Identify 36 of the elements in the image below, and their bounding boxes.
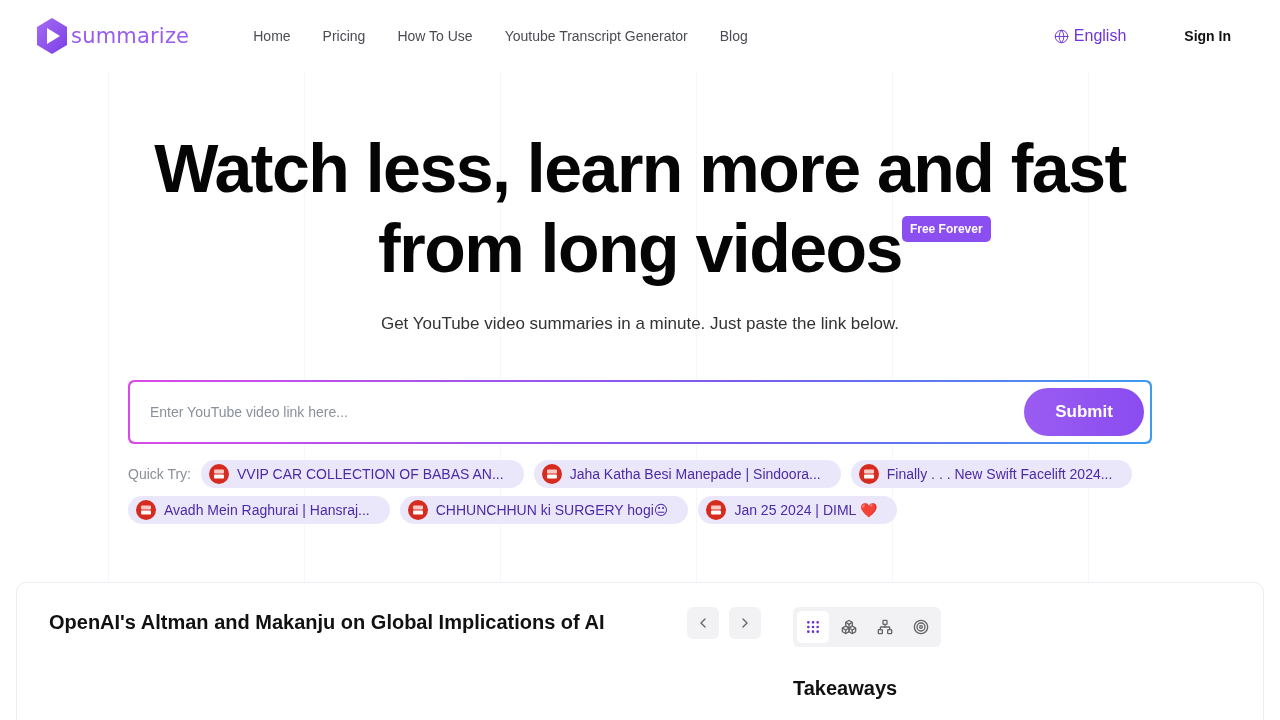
language-selector[interactable]: English [1053, 27, 1127, 45]
nav-link[interactable]: Youtube Transcript Generator [504, 28, 688, 44]
video-link-field[interactable]: Enter YouTube video link here... Submit [128, 380, 1152, 444]
video-channel-icon [209, 464, 229, 484]
video-channel-icon [858, 464, 879, 484]
hierarchy-icon [877, 619, 893, 635]
cubes-icon [841, 619, 857, 635]
target-icon [913, 619, 929, 635]
quick-try-chip[interactable]: Finally . . . New Swift Facelift 2024... [850, 460, 1133, 488]
hero-title: from long videos [378, 209, 902, 288]
takeaways-tab[interactable] [797, 611, 829, 643]
nav-link[interactable]: Blog [719, 28, 748, 44]
nav-link[interactable]: Home [253, 28, 291, 44]
video-channel-icon [541, 464, 562, 484]
hero-title: Watch less, learn more and fast [154, 129, 1126, 208]
globe-icon [1053, 28, 1069, 44]
dots-grid-icon [805, 619, 821, 635]
quick-try-chip[interactable]: Jaha Katha Besi Manepade | Sindoora... [533, 460, 841, 488]
video-title: OpenAI's Altman and Makanju on Global Implications of AI [49, 611, 605, 634]
nav-link[interactable]: Pricing [322, 28, 366, 44]
free-badge: Free Forever [901, 216, 991, 242]
sign-in-link[interactable]: Sign In [1184, 28, 1231, 44]
video-channel-icon [136, 500, 156, 520]
submit-button[interactable]: Submit [1024, 388, 1144, 436]
section-heading: Takeaways [793, 677, 898, 700]
nav-link[interactable]: How To Use [397, 28, 473, 44]
video-channel-icon [407, 500, 428, 520]
play-logo-icon [35, 17, 69, 55]
logo-wordmark[interactable]: summarize [71, 24, 190, 48]
quick-try-chip[interactable]: VVIP CAR COLLECTION OF BABAS AN... [201, 460, 524, 488]
quick-try-chip[interactable]: CHHUNCHHUN ki SURGERY hogi😐 [399, 496, 689, 524]
quick-try-label: Quick Try: [128, 466, 191, 482]
quick-try-chip[interactable]: Avadh Mein Raghurai | Hansraj... [128, 496, 390, 524]
hero-subtitle: Get YouTube video summaries in a minute. Just paste the link below. [380, 314, 900, 334]
quick-try-chip[interactable]: Jan 25 2024 | DIML ❤ [698, 496, 897, 524]
video-channel-icon [706, 500, 727, 520]
